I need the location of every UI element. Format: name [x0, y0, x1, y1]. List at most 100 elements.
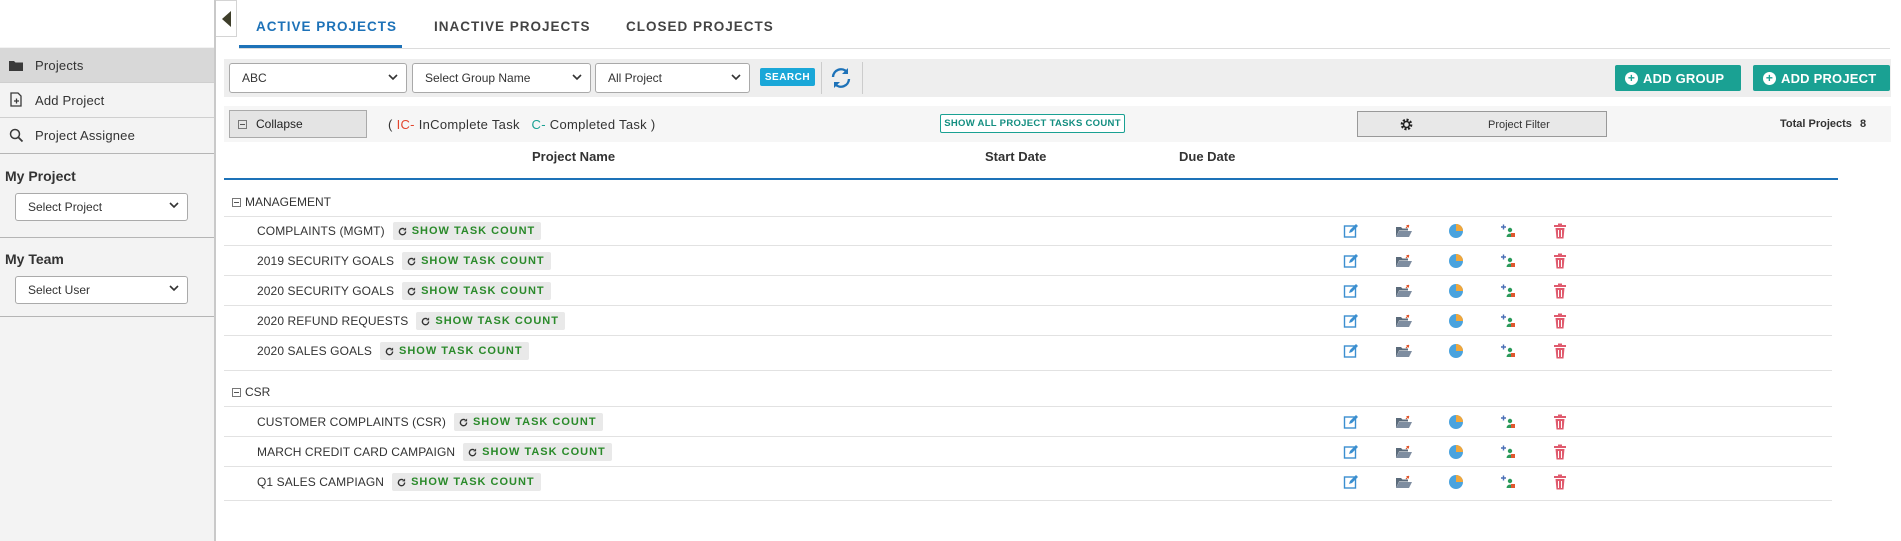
open-folder-icon[interactable]	[1395, 414, 1412, 430]
collapse-all-button[interactable]: Collapse	[229, 110, 367, 138]
legend-ic-code: IC-	[396, 117, 415, 132]
show-task-count-button[interactable]: SHOW TASK COUNT	[402, 282, 551, 300]
edit-icon[interactable]	[1343, 283, 1359, 299]
trash-icon[interactable]	[1553, 283, 1569, 299]
select-project-dropdown[interactable]: Select Project	[15, 193, 188, 221]
project-name[interactable]: MARCH CREDIT CARD CAMPAIGN	[257, 445, 455, 459]
search-icon	[7, 126, 25, 144]
assign-user-icon[interactable]	[1500, 444, 1516, 460]
row-divider	[224, 245, 1832, 246]
plus-icon: +	[1625, 71, 1638, 85]
edit-icon[interactable]	[1343, 444, 1359, 460]
assign-user-icon[interactable]	[1500, 253, 1516, 269]
legend-c-text: Completed Task )	[545, 117, 656, 132]
tab-closed-projects[interactable]: CLOSED PROJECTS	[626, 19, 774, 34]
pie-chart-icon[interactable]	[1448, 343, 1464, 359]
sidebar-item-label: Add Project	[35, 92, 105, 108]
pie-chart-icon[interactable]	[1448, 414, 1464, 430]
column-start-date[interactable]: Start Date	[985, 149, 1046, 164]
project-filter-button[interactable]: Project Filter	[1357, 111, 1607, 137]
refresh-icon	[468, 447, 477, 456]
show-task-count-button[interactable]: SHOW TASK COUNT	[453, 413, 603, 431]
sidebar-collapse-toggle[interactable]	[216, 0, 237, 37]
open-folder-icon[interactable]	[1395, 343, 1412, 359]
row-divider	[224, 436, 1832, 437]
assign-user-icon[interactable]	[1500, 283, 1516, 299]
project-name[interactable]: Q1 SALES CAMPIAGN	[257, 475, 384, 489]
project-select[interactable]: All Project	[595, 63, 750, 93]
tab-active-projects[interactable]: ACTIVE PROJECTS	[256, 19, 397, 34]
trash-icon[interactable]	[1553, 313, 1569, 329]
edit-icon[interactable]	[1343, 223, 1359, 239]
trash-icon[interactable]	[1553, 343, 1569, 359]
assign-user-icon[interactable]	[1500, 343, 1516, 359]
search-button[interactable]: SEARCH	[760, 68, 815, 86]
pie-chart-icon[interactable]	[1448, 283, 1464, 299]
assign-user-icon[interactable]	[1500, 223, 1516, 239]
show-task-count-label: SHOW TASK COUNT	[472, 416, 597, 428]
column-due-date[interactable]: Due Date	[1179, 149, 1235, 164]
show-task-count-button[interactable]: SHOW TASK COUNT	[380, 342, 529, 360]
trash-icon[interactable]	[1553, 253, 1569, 269]
show-task-count-label: SHOW TASK COUNT	[421, 285, 545, 297]
my-team-title: My Team	[5, 251, 64, 267]
column-project-name[interactable]: Project Name	[532, 149, 615, 164]
edit-icon[interactable]	[1343, 414, 1359, 430]
group-name-select[interactable]: Select Group Name	[412, 63, 591, 93]
legend-c-code: C-	[531, 117, 546, 132]
trash-icon[interactable]	[1553, 444, 1569, 460]
select-user-dropdown[interactable]: Select User	[15, 276, 188, 304]
open-folder-icon[interactable]	[1395, 474, 1412, 490]
assign-user-icon[interactable]	[1500, 313, 1516, 329]
pie-chart-icon[interactable]	[1448, 474, 1464, 490]
project-name[interactable]: CUSTOMER COMPLAINTS (CSR)	[257, 415, 446, 429]
sidebar-item-project-assignee[interactable]: Project Assignee	[0, 118, 214, 152]
edit-icon[interactable]	[1343, 313, 1359, 329]
show-task-count-button[interactable]: SHOW TASK COUNT	[392, 222, 542, 240]
project-name[interactable]: 2020 SECURITY GOALS	[257, 284, 394, 298]
show-task-count-button[interactable]: SHOW TASK COUNT	[416, 312, 565, 330]
show-task-count-button[interactable]: SHOW TASK COUNT	[463, 443, 612, 461]
open-folder-icon[interactable]	[1395, 223, 1412, 239]
refresh-button[interactable]	[827, 64, 855, 92]
open-folder-icon[interactable]	[1395, 283, 1412, 299]
refresh-icon	[385, 346, 394, 355]
edit-icon[interactable]	[1343, 253, 1359, 269]
edit-icon[interactable]	[1343, 474, 1359, 490]
show-all-task-count-button[interactable]: SHOW ALL PROJECT TASKS COUNT	[940, 114, 1125, 133]
edit-icon[interactable]	[1343, 343, 1359, 359]
group-header-csr[interactable]: CSR	[232, 385, 270, 399]
pie-chart-icon[interactable]	[1448, 313, 1464, 329]
row-divider	[224, 500, 1832, 501]
pie-chart-icon[interactable]	[1448, 253, 1464, 269]
project-name[interactable]: 2020 REFUND REQUESTS	[257, 314, 408, 328]
collapse-icon	[238, 119, 247, 129]
project-name[interactable]: 2019 SECURITY GOALS	[257, 254, 394, 268]
add-group-button[interactable]: + ADD GROUP	[1615, 65, 1741, 91]
trash-icon[interactable]	[1553, 414, 1569, 430]
company-select[interactable]: ABC	[229, 63, 407, 93]
add-project-button[interactable]: + ADD PROJECT	[1753, 65, 1890, 91]
pie-chart-icon[interactable]	[1448, 223, 1464, 239]
trash-icon[interactable]	[1553, 223, 1569, 239]
open-folder-icon[interactable]	[1395, 444, 1412, 460]
gear-icon	[1400, 118, 1413, 131]
show-task-count-button[interactable]: SHOW TASK COUNT	[402, 252, 551, 270]
chevron-down-icon	[388, 74, 398, 81]
sidebar-item-projects[interactable]: Projects	[0, 48, 214, 82]
open-folder-icon[interactable]	[1395, 253, 1412, 269]
trash-icon[interactable]	[1553, 474, 1569, 490]
assign-user-icon[interactable]	[1500, 474, 1516, 490]
sidebar-item-add-project[interactable]: Add Project	[0, 83, 214, 117]
pie-chart-icon[interactable]	[1448, 444, 1464, 460]
show-task-count-button[interactable]: SHOW TASK COUNT	[392, 473, 541, 491]
group-header-management[interactable]: MANAGEMENT	[232, 195, 331, 209]
tab-inactive-projects[interactable]: INACTIVE PROJECTS	[434, 19, 591, 34]
open-folder-icon[interactable]	[1395, 313, 1412, 329]
active-tab-indicator	[239, 45, 402, 48]
project-name[interactable]: COMPLAINTS (MGMT)	[257, 224, 385, 238]
caret-left-icon	[221, 10, 231, 27]
project-name[interactable]: 2020 SALES GOALS	[257, 344, 372, 358]
assign-user-icon[interactable]	[1500, 414, 1516, 430]
toolbar-divider	[821, 62, 822, 94]
